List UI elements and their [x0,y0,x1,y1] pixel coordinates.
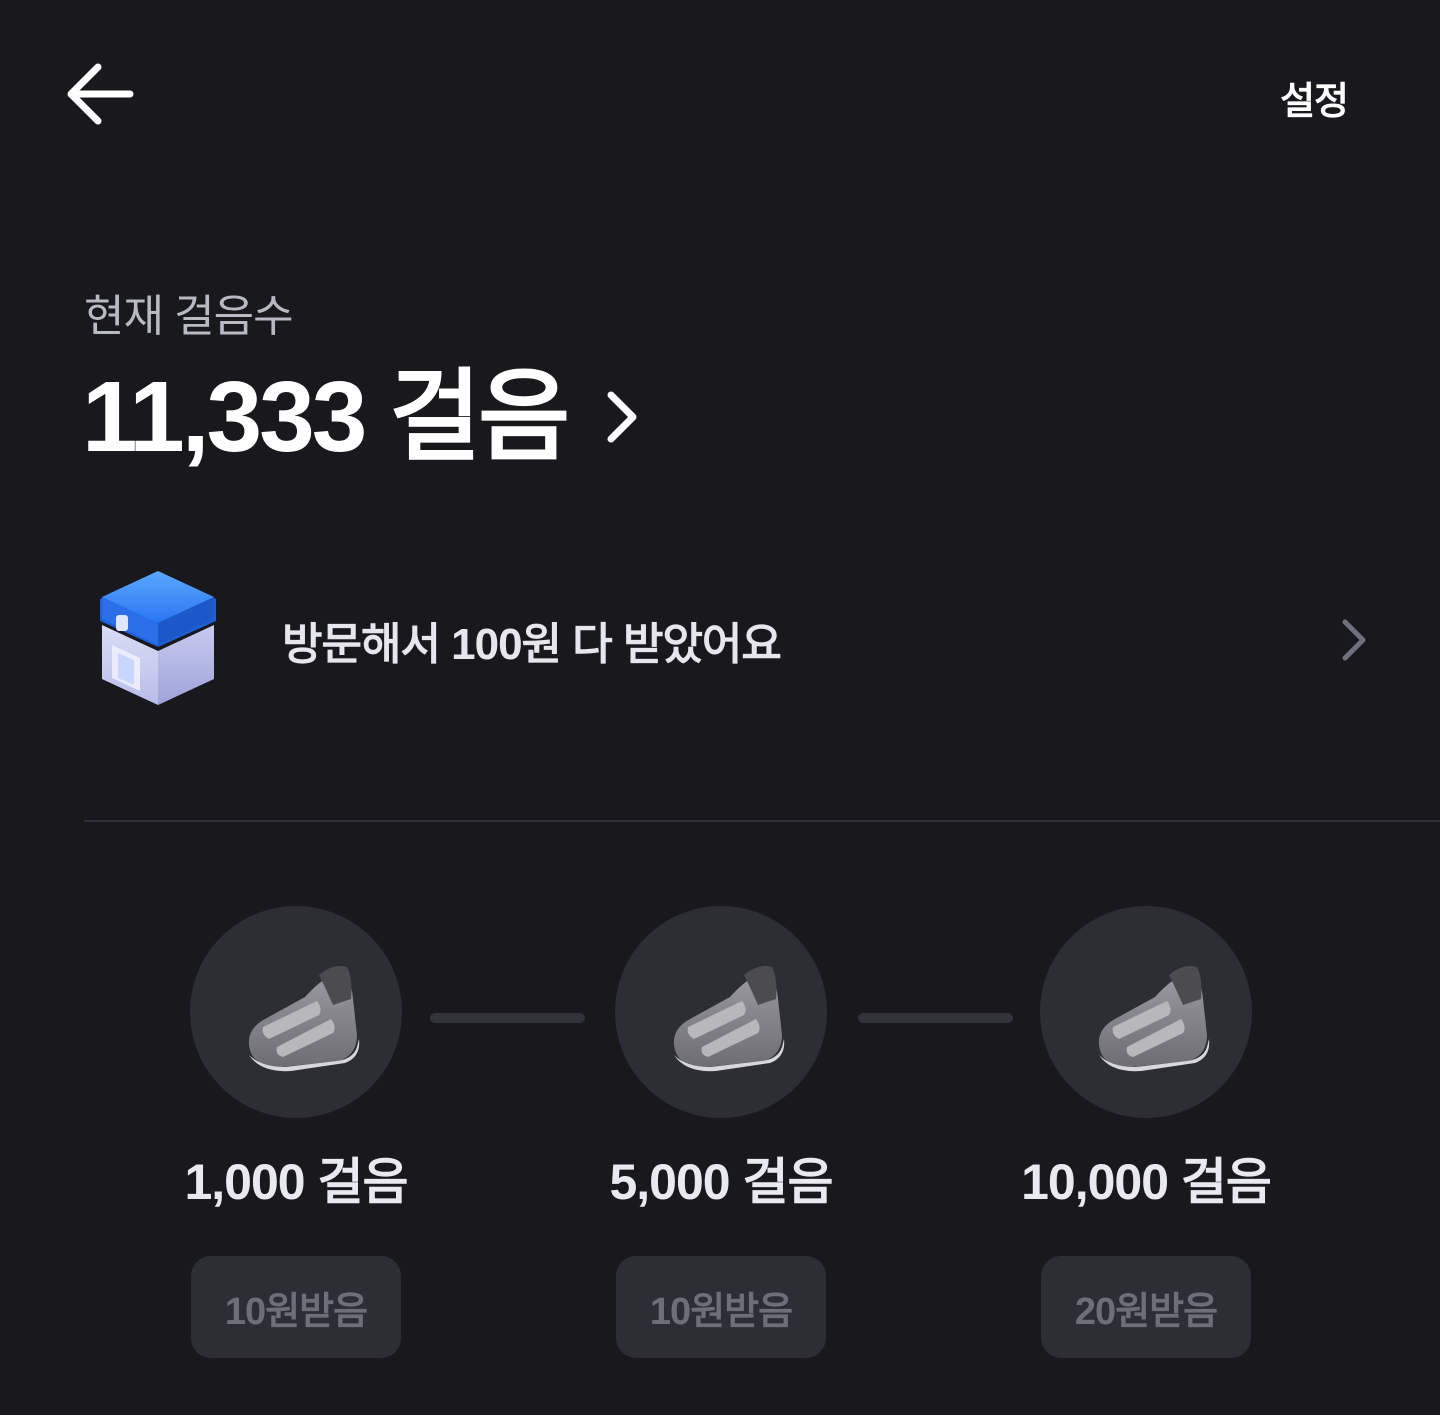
chevron-right-icon [1334,610,1374,670]
chevron-right-icon [605,387,641,447]
shoe-icon [221,935,371,1090]
back-button[interactable] [60,58,140,130]
visit-reward-text: 방문해서 100원 다 받았어요 [282,620,782,669]
shop-icon [90,565,230,715]
step-count-value: 11,333 걸음 [82,361,570,473]
milestone-icon-circle [615,906,827,1118]
milestone-1000: 1,000 걸음 10원받음 [86,906,506,1358]
milestone-label: 10,000 걸음 [1021,1154,1272,1210]
visit-reward-row[interactable]: 방문해서 100원 다 받았어요 [84,560,1374,720]
divider [84,820,1440,822]
reward-received-button[interactable]: 10원받음 [615,1256,827,1358]
milestone-icon-circle [1040,906,1252,1118]
step-count-link[interactable]: 11,333 걸음 [82,362,641,472]
current-steps-label: 현재 걸음수 [84,292,294,341]
milestone-5000: 5,000 걸음 10원받음 [511,906,931,1358]
milestone-label: 1,000 걸음 [184,1154,408,1210]
shoe-icon [646,935,796,1090]
milestone-10000: 10,000 걸음 20원받음 [936,906,1356,1358]
reward-received-button[interactable]: 20원받음 [1040,1256,1252,1358]
milestone-icon-circle [190,906,402,1118]
reward-received-button[interactable]: 10원받음 [190,1256,402,1358]
milestone-label: 5,000 걸음 [609,1154,833,1210]
shoe-icon [1071,935,1221,1090]
arrow-left-icon [67,63,134,125]
settings-button[interactable]: 설정 [1280,70,1349,125]
